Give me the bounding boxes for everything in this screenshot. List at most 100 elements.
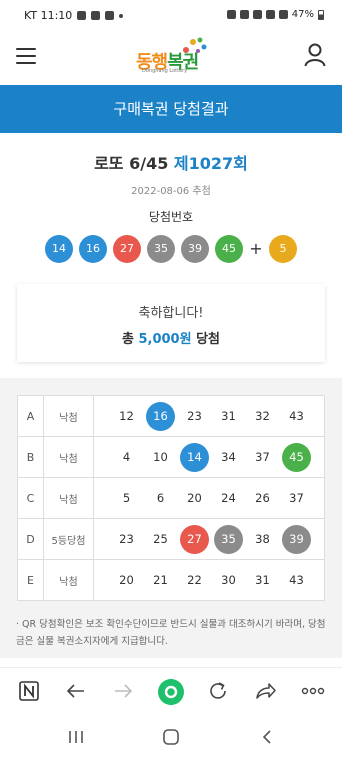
share-icon xyxy=(256,683,276,699)
ticket-row-result: 낙첨 xyxy=(43,395,94,437)
message-notification-icon xyxy=(105,11,115,20)
winning-ball: 45 xyxy=(215,235,243,263)
ticket-number: 38 xyxy=(255,531,270,546)
forward-arrow-icon xyxy=(115,684,133,698)
ticket-number: 20 xyxy=(187,490,202,505)
bonus-ball: 5 xyxy=(269,235,297,263)
ticket-row-numbers: 12 16 23 31 32 43 xyxy=(93,395,325,437)
back-nav-icon xyxy=(262,730,271,744)
ticket-number: 30 xyxy=(221,572,236,587)
app-header: 동행복권 Donghang Lottery xyxy=(0,30,342,85)
winning-ball: 16 xyxy=(79,235,107,263)
home-nav-button[interactable] xyxy=(159,727,183,747)
ticket-row: E 낙첨 20 21 22 30 31 43 xyxy=(17,559,325,601)
ticket-number: 24 xyxy=(221,490,236,505)
ticket-number: 6 xyxy=(156,490,165,505)
hamburger-icon xyxy=(16,48,36,50)
winning-ball: 14 xyxy=(45,235,73,263)
ticket-row-label: A xyxy=(17,395,44,437)
n-app-icon xyxy=(19,681,39,701)
matched-number-ball: 35 xyxy=(214,524,243,554)
user-button[interactable] xyxy=(304,43,326,67)
user-icon xyxy=(304,43,326,67)
home-icon xyxy=(158,679,184,705)
winning-ball: 27 xyxy=(113,235,141,263)
draw-date: 2022-08-06 추첨 xyxy=(131,186,211,197)
ticket-row-numbers: 4 10 14 34 37 45 xyxy=(93,436,325,478)
ticket-row-result: 낙첨 xyxy=(43,559,94,601)
home-nav-icon xyxy=(163,729,179,745)
ticket-row-label: E xyxy=(17,559,44,601)
more-notifications-icon xyxy=(119,13,124,18)
ticket-row-numbers: 5 6 20 24 26 37 xyxy=(93,477,325,519)
ticket-row-result: 낙첨 xyxy=(43,477,94,519)
ticket-number: 32 xyxy=(255,408,270,423)
logo-subtitle: Donghang Lottery xyxy=(142,68,188,74)
n-app-button[interactable] xyxy=(16,678,42,704)
ticket-number: 26 xyxy=(255,490,270,505)
prize-total: 총 5,000원 당첨 xyxy=(121,332,221,347)
refresh-button[interactable] xyxy=(205,678,231,704)
battery-percent: 47% xyxy=(291,9,314,20)
back-button[interactable] xyxy=(63,678,89,704)
forward-button[interactable] xyxy=(110,678,136,704)
matched-number-ball: 27 xyxy=(180,524,209,554)
battery-icon xyxy=(318,9,324,20)
ticket-row-label: D xyxy=(17,518,44,560)
ticket-number: 23 xyxy=(187,408,202,423)
refresh-icon xyxy=(210,682,226,699)
page-title: 구매복권 당첨결과 xyxy=(0,85,342,133)
back-nav-button[interactable] xyxy=(255,727,279,747)
share-button[interactable] xyxy=(253,678,279,704)
lte-icon xyxy=(265,10,275,19)
system-nav-bar xyxy=(0,715,342,760)
recent-apps-button[interactable] xyxy=(64,727,88,747)
ticket-number: 10 xyxy=(153,449,168,464)
winning-ball: 39 xyxy=(181,235,209,263)
round-number: 제1027회 xyxy=(173,154,248,173)
ticket-row-numbers: 23 25 27 35 38 39 xyxy=(93,518,325,560)
winning-numbers-label: 당첨번호 xyxy=(148,210,194,224)
ticket-number: 34 xyxy=(221,449,236,464)
ticket-row: D 5등당첨 23 25 27 35 38 39 xyxy=(17,518,325,560)
congrats-box: 축하합니다! 총 5,000원 당첨 xyxy=(17,284,325,362)
ticket-number: 23 xyxy=(119,531,134,546)
ticket-number: 37 xyxy=(255,449,270,464)
wifi-icon xyxy=(252,10,262,19)
ticket-row-label: B xyxy=(17,436,44,478)
ticket-row: A 낙첨 12 16 23 31 32 43 xyxy=(17,395,325,437)
qr-notice: · QR 당첨확인은 보조 확인수단이므로 반드시 실물과 대조하시기 바라며,… xyxy=(16,619,326,647)
more-button[interactable] xyxy=(300,678,326,704)
ticket-number: 31 xyxy=(221,408,236,423)
recent-apps-icon xyxy=(69,731,83,743)
ticket-row: C 낙첨 5 6 20 24 26 37 xyxy=(17,477,325,519)
ticket-number: 22 xyxy=(187,572,202,587)
plus-sign: + xyxy=(249,239,263,258)
ticket-row-numbers: 20 21 22 30 31 43 xyxy=(93,559,325,601)
menu-button[interactable] xyxy=(16,48,36,64)
prize-amount: 5,000원 xyxy=(138,332,192,347)
ticket-number: 43 xyxy=(289,408,304,423)
ticket-number: 12 xyxy=(119,408,134,423)
ticket-number: 4 xyxy=(122,449,131,464)
lottery-logo[interactable]: 동행복권 Donghang Lottery xyxy=(136,36,214,78)
ticket-row-result: 5등당첨 xyxy=(43,518,94,560)
browser-toolbar xyxy=(0,667,342,715)
more-icon xyxy=(301,687,325,695)
ticket-table: A 낙첨 12 16 23 31 32 43 B 낙첨 4 10 14 34 37 45 C 낙첨 5 6 20 24 26… xyxy=(17,395,325,601)
app-notification-icon xyxy=(91,11,101,20)
status-bar: KT 11:10 47% xyxy=(0,0,342,30)
ticket-number: 20 xyxy=(119,572,134,587)
home-button[interactable] xyxy=(157,678,184,705)
game-name: 로또 6/45 xyxy=(94,154,169,173)
matched-number-ball: 16 xyxy=(146,401,175,431)
winning-numbers: 14 16 27 35 39 45 +5 xyxy=(0,235,342,263)
ticket-number: 43 xyxy=(289,572,304,587)
carrier-time: KT 11:10 xyxy=(24,9,73,22)
ticket-number: 5 xyxy=(122,490,131,505)
mute-icon xyxy=(239,10,249,19)
ticket-row: B 낙첨 4 10 14 34 37 45 xyxy=(17,436,325,478)
result-header: 로또 6/45 제1027회 2022-08-06 추첨 xyxy=(0,150,342,197)
signal-icon xyxy=(278,10,288,19)
congrats-message: 축하합니다! xyxy=(138,306,204,321)
